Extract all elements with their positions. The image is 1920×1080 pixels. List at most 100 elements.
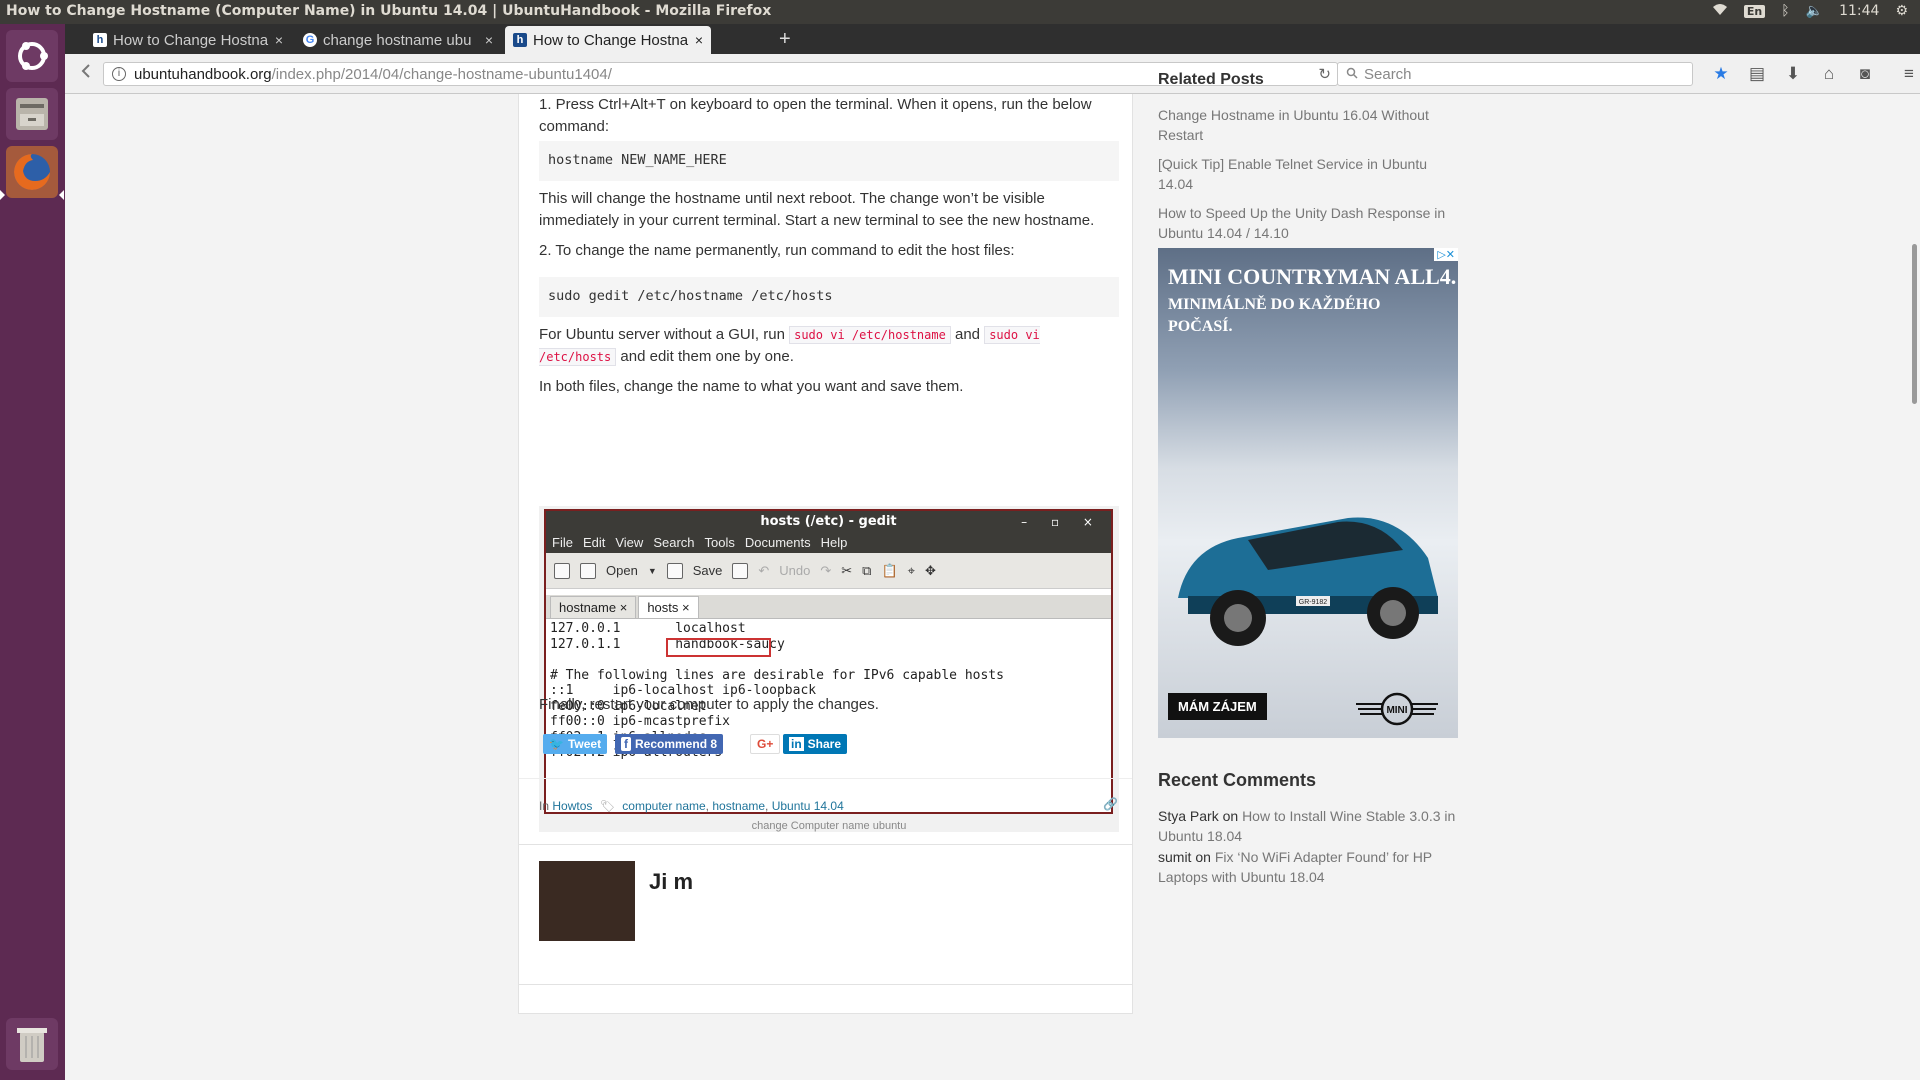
- ubuntuhandbook-favicon-icon: h: [93, 33, 107, 47]
- text-line: 127.0.1.1 handbook-saucy: [550, 636, 785, 652]
- keyboard-layout-indicator[interactable]: En: [1743, 4, 1766, 18]
- linkedin-icon: in: [789, 737, 804, 751]
- wifi-icon[interactable]: [1712, 2, 1728, 20]
- menu-help: Help: [820, 535, 848, 550]
- comment-on: on: [1191, 849, 1215, 865]
- facebook-icon: f: [621, 737, 631, 751]
- undo-icon: ↶: [758, 562, 770, 578]
- tab-google-search[interactable]: G change hostname ubu ×: [295, 26, 501, 54]
- close-tab-icon[interactable]: ×: [275, 32, 283, 48]
- files-launcher-button[interactable]: [6, 88, 58, 140]
- pocket-icon[interactable]: ◙: [1853, 62, 1877, 86]
- comment-author: Stya Park: [1158, 808, 1219, 824]
- facebook-recommend-button[interactable]: f Recommend 8: [615, 734, 724, 754]
- adchoices-close-icon[interactable]: ▷✕: [1434, 248, 1458, 261]
- ubuntu-logo-icon: [18, 42, 48, 70]
- scrollbar-thumb[interactable]: [1912, 244, 1917, 404]
- text-fragment: and edit them one by one.: [616, 348, 794, 365]
- text-line: # The following lines are desirable for …: [550, 667, 1004, 683]
- tag-link[interactable]: Ubuntu 14.04: [772, 799, 844, 813]
- text-line: [550, 652, 1107, 668]
- gedit-tab-label: hostname: [559, 600, 617, 615]
- trash-icon: [17, 1028, 47, 1062]
- menu-tools: Tools: [704, 535, 735, 550]
- category-link[interactable]: Howtos: [552, 799, 592, 813]
- dropdown-arrow-icon: ▼: [647, 565, 657, 576]
- twitter-bird-icon: 🐦: [549, 737, 564, 751]
- related-post-link[interactable]: [Quick Tip] Enable Telnet Service in Ubu…: [1158, 154, 1458, 194]
- volume-icon[interactable]: 🔈: [1806, 3, 1823, 19]
- gedit-tab-hostname: hostname ×: [550, 596, 637, 618]
- author-card: Ji m: [518, 844, 1133, 985]
- tab-ubuntuhandbook-1[interactable]: h How to Change Hostna ×: [85, 26, 291, 54]
- bluetooth-icon[interactable]: ᛒ: [1781, 3, 1789, 19]
- author-name[interactable]: Ji m: [649, 869, 693, 895]
- open-label: Open: [606, 563, 638, 578]
- unity-launcher: [0, 24, 65, 1080]
- replace-icon: ✥: [924, 562, 936, 578]
- linkedin-share-button[interactable]: in Share: [783, 734, 848, 754]
- related-post-link[interactable]: How to Speed Up the Unity Dash Response …: [1158, 203, 1458, 243]
- hamburger-menu-icon[interactable]: ≡: [1897, 62, 1920, 86]
- url-bar[interactable]: i ubuntuhandbook.org/index.php/2014/04/c…: [103, 62, 1338, 86]
- menu-edit: Edit: [582, 535, 606, 550]
- google-plus-button[interactable]: G+: [750, 734, 781, 754]
- bookmark-star-icon[interactable]: ★: [1709, 62, 1733, 86]
- ubuntuhandbook-favicon-icon: h: [513, 33, 527, 47]
- reading-list-icon[interactable]: ▤: [1745, 62, 1769, 86]
- gedit-tab-hosts: hosts ×: [638, 596, 699, 618]
- related-posts-heading: Related Posts: [1158, 71, 1264, 88]
- focused-app-indicator: [59, 190, 64, 200]
- server-note-paragraph: For Ubuntu server without a GUI, run sud…: [539, 324, 1119, 368]
- page-scrollbar[interactable]: [1906, 94, 1920, 1080]
- close-tab-icon[interactable]: ×: [485, 32, 493, 48]
- tab-ubuntuhandbook-active[interactable]: h How to Change Hostna ×: [505, 26, 711, 54]
- related-post-link[interactable]: Change Hostname in Ubuntu 16.04 Without …: [1158, 105, 1458, 145]
- recent-comment-item: Stya Park on How to Install Wine Stable …: [1158, 806, 1458, 846]
- trash-launcher-button[interactable]: [6, 1018, 58, 1070]
- home-icon[interactable]: ⌂: [1817, 62, 1841, 86]
- tag-link[interactable]: computer name: [622, 799, 705, 813]
- google-plus-icon: G+: [757, 737, 774, 751]
- tweet-button[interactable]: 🐦 Tweet: [543, 734, 608, 754]
- save-icon: [666, 562, 683, 579]
- firefox-launcher-button[interactable]: [6, 146, 58, 198]
- text-line: ff00::0 ip6-mcastprefix: [550, 714, 731, 729]
- tag-link[interactable]: hostname: [712, 799, 765, 813]
- downloads-icon[interactable]: ⬇: [1781, 62, 1805, 86]
- menu-file: File: [552, 535, 573, 550]
- gedit-menubar: File Edit View Search Tools Documents He…: [546, 533, 1111, 553]
- inline-code-vi-hostname: sudo vi /etc/hostname: [789, 326, 951, 344]
- firefox-icon: [14, 154, 50, 190]
- gedit-title: hosts (/etc) - gedit: [760, 514, 897, 529]
- open-document-icon: [580, 562, 596, 579]
- tab-title: How to Change Hostna: [113, 31, 269, 49]
- new-tab-button[interactable]: +: [779, 28, 791, 51]
- ad-cta-button[interactable]: MÁM ZÁJEM: [1168, 693, 1267, 720]
- navigation-toolbar: i ubuntuhandbook.org/index.php/2014/04/c…: [65, 54, 1920, 94]
- recent-comments-heading: Recent Comments: [1158, 770, 1317, 790]
- file-cabinet-icon: [16, 98, 48, 130]
- print-icon: [732, 562, 749, 579]
- clock[interactable]: 11:44: [1839, 3, 1879, 19]
- restart-paragraph: Finally, restart your computer to apply …: [539, 696, 879, 713]
- in-label: In: [539, 799, 550, 813]
- top-panel: How to Change Hostname (Computer Name) i…: [0, 0, 1920, 24]
- mini-logo-text: MINI: [1386, 705, 1407, 716]
- cut-icon: ✂: [841, 562, 853, 578]
- system-gear-icon[interactable]: ⚙: [1895, 3, 1908, 19]
- back-button[interactable]: [75, 62, 99, 86]
- code-gedit-command: sudo gedit /etc/hostname /etc/hosts: [539, 277, 1119, 317]
- site-info-icon[interactable]: i: [112, 67, 126, 81]
- dash-home-button[interactable]: [6, 30, 58, 82]
- comment-author: sumit: [1158, 849, 1192, 865]
- highlight-box: [666, 638, 771, 657]
- advertisement-mini-countryman[interactable]: ▷✕ MINI COUNTRYMAN ALL4. MINIMÁLNĚ DO KA…: [1158, 248, 1458, 738]
- mini-car-image: GR-9182: [1178, 517, 1438, 646]
- close-tab-icon[interactable]: ×: [695, 32, 703, 48]
- step1-paragraph: 1. Press Ctrl+Alt+T on keyboard to open …: [539, 96, 1092, 135]
- google-favicon-icon: G: [303, 33, 317, 47]
- gedit-tabs: hostname × hosts ×: [546, 595, 1111, 619]
- permalink-icon[interactable]: 🔗: [1103, 797, 1118, 811]
- panel-indicators: En ᛒ 🔈 11:44 ⚙: [1712, 2, 1908, 20]
